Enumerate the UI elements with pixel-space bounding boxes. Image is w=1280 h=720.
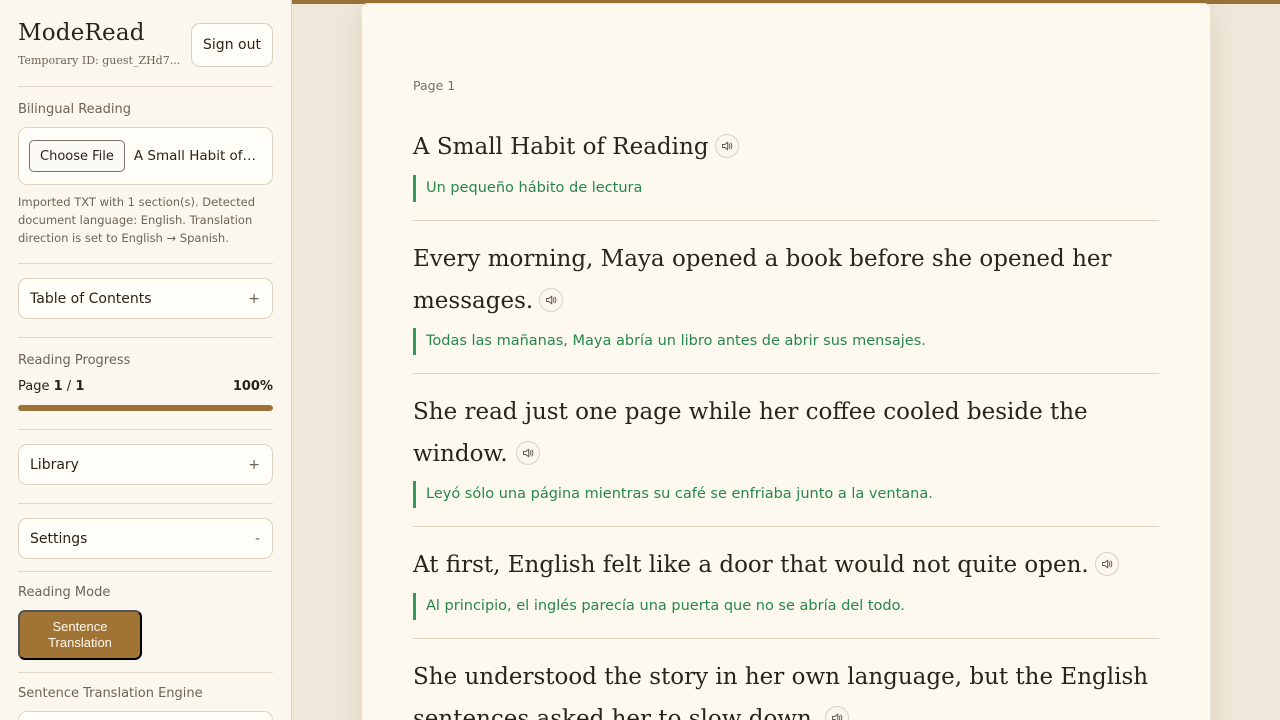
- speaker-icon[interactable]: [825, 706, 850, 720]
- sentence-translation: Leyó sólo una página mientras su café se…: [413, 481, 1159, 508]
- divider: [18, 263, 273, 264]
- sentence-divider: [413, 373, 1159, 374]
- divider: [18, 429, 273, 430]
- progress-bar-fill: [18, 405, 273, 411]
- settings-label: Settings: [30, 530, 88, 547]
- translation-engine-select[interactable]: [18, 711, 273, 720]
- page-counter: Page 1 / 1: [18, 379, 85, 394]
- translation-engine-label: Sentence Translation Engine: [18, 686, 203, 701]
- speaker-icon[interactable]: [1094, 552, 1119, 576]
- sentence-divider: [413, 526, 1159, 527]
- divider: [18, 86, 273, 87]
- sentence-divider: [413, 220, 1159, 221]
- divider: [18, 503, 273, 504]
- progress-readout: Page 1 / 1 100%: [18, 379, 273, 394]
- toc-label: Table of Contents: [30, 290, 152, 307]
- speaker-icon[interactable]: [714, 134, 739, 158]
- sentence: She read just one page while her coffee …: [413, 399, 1088, 467]
- sentence: She understood the story in her own lang…: [413, 656, 1159, 720]
- page-number-label: Page 1: [413, 78, 456, 93]
- divider: [18, 337, 273, 338]
- sentence-translation: Al principio, el inglés parecía una puer…: [413, 593, 1159, 620]
- bilingual-reading-label: Bilingual Reading: [18, 102, 131, 117]
- library-label: Library: [30, 456, 79, 473]
- import-status-note: Imported TXT with 1 section(s). Detected…: [18, 195, 256, 245]
- sentence: A Small Habit of Reading: [413, 126, 1159, 168]
- sentence: At first, English felt like a door that …: [413, 544, 1159, 586]
- page-total: 1: [75, 379, 85, 394]
- progress-percent: 100%: [232, 379, 273, 394]
- sentence-translation: Todas las mañanas, Maya abría un libro a…: [413, 328, 1159, 355]
- page-current: 1: [53, 379, 63, 394]
- sentence-translation-mode-button[interactable]: Sentence Translation: [18, 610, 142, 660]
- temporary-id: Temporary ID: guest_ZHd7...: [18, 54, 181, 67]
- expand-icon: +: [248, 290, 260, 307]
- library-toggle[interactable]: Library +: [18, 444, 273, 485]
- reading-mode-label: Reading Mode: [18, 585, 111, 600]
- file-input[interactable]: Choose File A Small Habit of ...: [18, 127, 273, 185]
- sentence-divider: [413, 638, 1159, 639]
- divider: [18, 571, 273, 572]
- sentence-translation: Un pequeño hábito de lectura: [413, 175, 1159, 202]
- speaker-icon[interactable]: [515, 441, 540, 465]
- reading-progress-label: Reading Progress: [18, 353, 131, 368]
- choose-file-button[interactable]: Choose File: [29, 140, 125, 172]
- sentence: Every morning, Maya opened a book before…: [413, 246, 1112, 314]
- sidebar: ModeRead Temporary ID: guest_ZHd7... Sig…: [0, 0, 292, 720]
- divider: [18, 672, 273, 673]
- sign-out-button[interactable]: Sign out: [191, 23, 273, 67]
- collapse-icon: -: [254, 530, 260, 547]
- speaker-icon[interactable]: [539, 288, 564, 312]
- app-brand: ModeRead: [18, 20, 145, 46]
- progress-bar: [18, 405, 273, 411]
- toc-toggle[interactable]: Table of Contents +: [18, 278, 273, 319]
- selected-file-name: A Small Habit of ...: [133, 148, 259, 164]
- settings-toggle[interactable]: Settings -: [18, 518, 273, 559]
- expand-icon: +: [248, 456, 260, 473]
